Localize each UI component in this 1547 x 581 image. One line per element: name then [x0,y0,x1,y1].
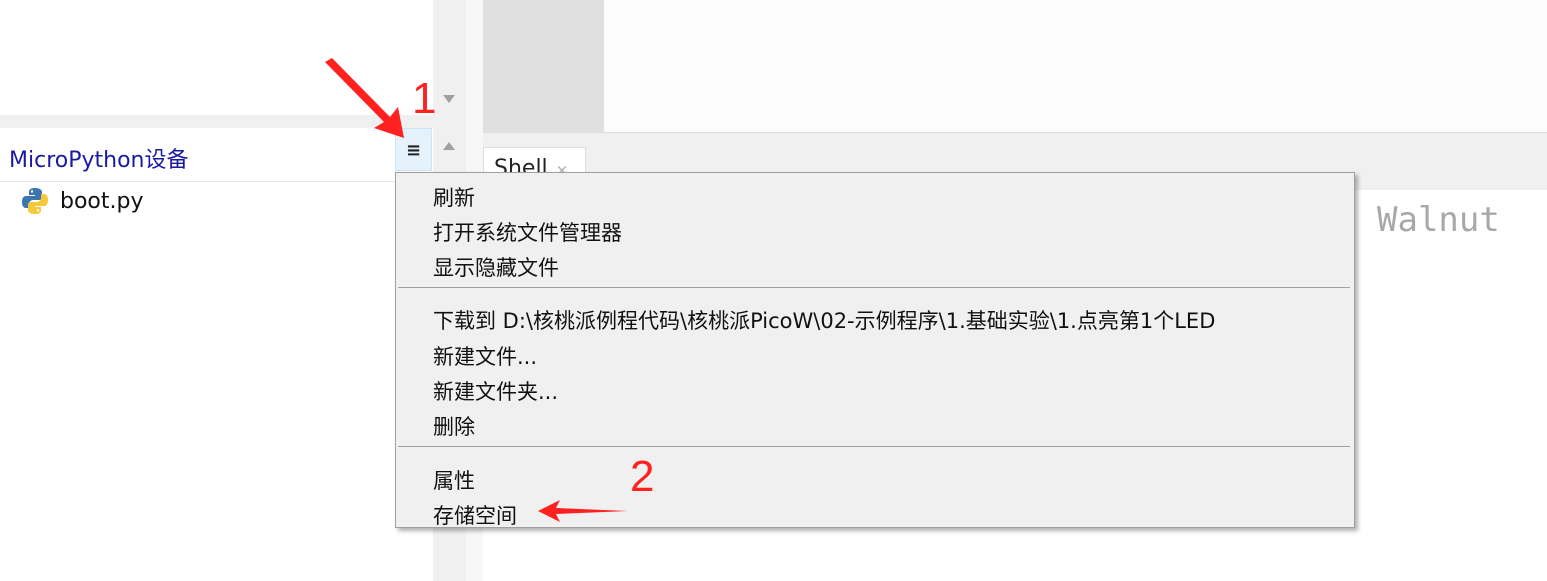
annotation-step-2: 2 [630,452,655,501]
arrow-2 [538,500,628,522]
annotation-step-1: 1 [412,74,437,123]
annotation-arrows [325,58,628,522]
arrow-1 [325,58,404,138]
